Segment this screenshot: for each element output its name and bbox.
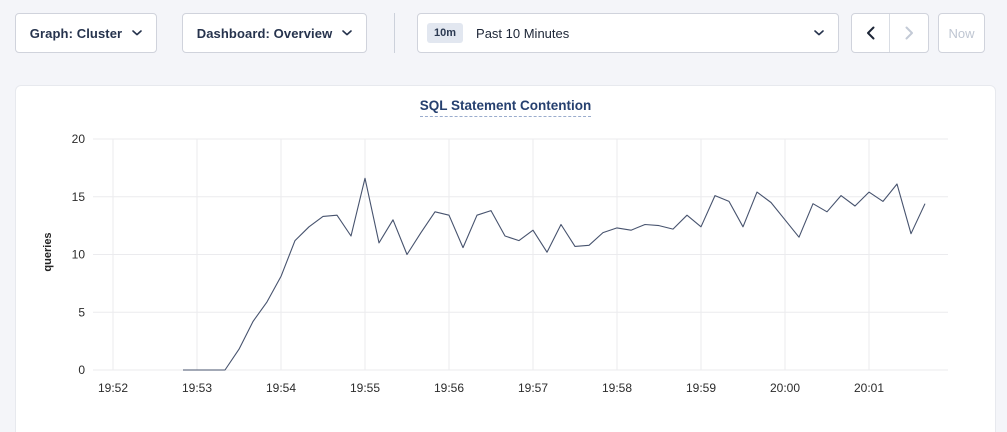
dashboard-dropdown[interactable]: Dashboard: Overview <box>182 13 367 53</box>
x-tick-label: 19:55 <box>350 381 380 395</box>
graph-dropdown[interactable]: Graph: Cluster <box>15 13 157 53</box>
y-tick-label: 0 <box>78 363 85 377</box>
x-tick-label: 19:56 <box>434 381 464 395</box>
chevron-down-icon <box>342 30 352 36</box>
x-tick-label: 20:00 <box>770 381 800 395</box>
x-tick-label: 19:53 <box>182 381 212 395</box>
x-tick-label: 19:59 <box>686 381 716 395</box>
step-forward-button[interactable] <box>890 14 928 52</box>
chevron-down-icon <box>814 30 824 36</box>
y-tick-label: 10 <box>72 248 86 262</box>
series-line-queries <box>183 178 925 370</box>
x-tick-label: 19:54 <box>266 381 296 395</box>
graph-dropdown-label: Graph: Cluster <box>30 26 122 41</box>
now-button-label: Now <box>948 26 974 41</box>
time-range-selector[interactable]: 10m Past 10 Minutes <box>417 13 839 53</box>
x-tick-label: 20:01 <box>854 381 884 395</box>
toolbar-divider <box>394 13 395 53</box>
x-tick-label: 19:58 <box>602 381 632 395</box>
time-window-badge: 10m <box>427 23 463 43</box>
chevron-down-icon <box>132 30 142 36</box>
step-back-button[interactable] <box>852 14 890 52</box>
time-window-label: Past 10 Minutes <box>476 26 814 41</box>
y-tick-label: 5 <box>78 305 85 319</box>
chevron-left-icon <box>866 26 875 40</box>
x-tick-label: 19:57 <box>518 381 548 395</box>
dashboard-dropdown-label: Dashboard: Overview <box>197 26 333 41</box>
chart-card: SQL Statement Contention queries 0510152… <box>15 85 996 432</box>
line-chart: 0 5 10 15 20 19:52 19:53 19:54 19:55 19:56 19:57 19… <box>16 86 997 416</box>
time-step-buttons <box>851 13 929 53</box>
chevron-right-icon <box>905 26 914 40</box>
x-tick-label: 19:52 <box>98 381 128 395</box>
y-tick-label: 20 <box>72 132 86 146</box>
y-tick-label: 15 <box>72 190 86 204</box>
now-button[interactable]: Now <box>938 13 985 53</box>
